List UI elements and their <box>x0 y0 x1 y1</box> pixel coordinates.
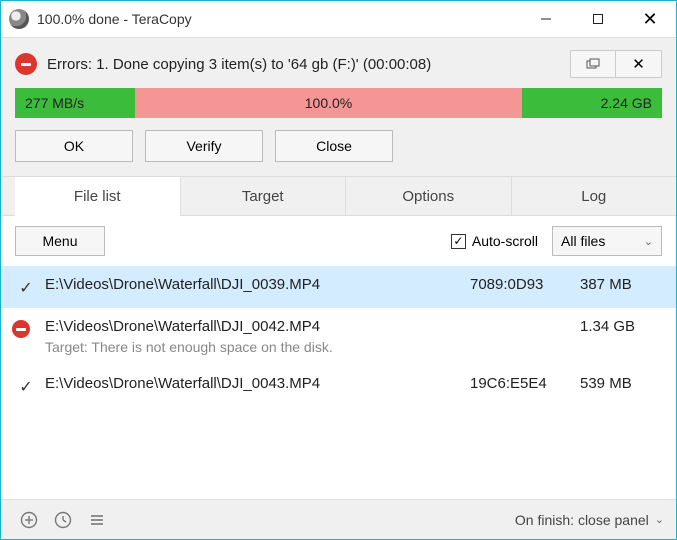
filter-label: All files <box>561 233 605 249</box>
tab-log[interactable]: Log <box>512 177 677 216</box>
file-row[interactable]: E:\Videos\Drone\Waterfall\DJI_0043.MP4 1… <box>1 365 676 407</box>
add-button[interactable] <box>13 505 45 535</box>
titlebar: 100.0% done - TeraCopy ✕ <box>1 1 676 37</box>
file-list: E:\Videos\Drone\Waterfall\DJI_0039.MP4 7… <box>1 266 676 499</box>
tab-spacer <box>1 177 15 216</box>
restore-panel-button[interactable] <box>570 50 616 78</box>
error-icon <box>15 53 37 75</box>
file-row[interactable]: E:\Videos\Drone\Waterfall\DJI_0039.MP4 7… <box>1 266 676 308</box>
file-hash: 7089:0D93 <box>462 276 572 293</box>
list-button[interactable] <box>81 505 113 535</box>
history-button[interactable] <box>47 505 79 535</box>
tab-options[interactable]: Options <box>346 177 512 216</box>
on-finish-select[interactable]: On finish: close panel ⌄ <box>515 512 664 528</box>
status-row: Errors: 1. Done copying 3 item(s) to '64… <box>15 50 662 78</box>
close-panel-button[interactable]: ✕ <box>616 50 662 78</box>
maximize-button[interactable] <box>572 1 624 37</box>
progress-percent: 100.0% <box>135 88 522 118</box>
on-finish-label: On finish: close panel <box>515 512 649 528</box>
tab-bar: File list Target Options Log <box>1 176 676 216</box>
file-path: E:\Videos\Drone\Waterfall\DJI_0039.MP4 <box>45 276 462 293</box>
file-hash: 19C6:E5E4 <box>462 375 572 392</box>
error-icon <box>15 318 37 338</box>
check-icon <box>15 375 37 397</box>
action-buttons: OK Verify Close <box>15 130 662 162</box>
tab-target[interactable]: Target <box>181 177 347 216</box>
checkbox-icon <box>451 234 466 249</box>
file-row[interactable]: E:\Videos\Drone\Waterfall\DJI_0042.MP4 T… <box>1 308 676 365</box>
close-icon: ✕ <box>642 9 657 30</box>
chevron-down-icon: ⌄ <box>655 513 664 526</box>
filelist-toolbar: Menu Auto-scroll All files ⌄ <box>1 216 676 266</box>
autoscroll-label: Auto-scroll <box>472 233 538 249</box>
tab-filelist[interactable]: File list <box>15 177 181 217</box>
progress-bar: 277 MB/s 100.0% 2.24 GB <box>15 88 662 118</box>
progress-speed: 277 MB/s <box>15 88 135 118</box>
progress-total: 2.24 GB <box>522 88 662 118</box>
check-icon <box>15 276 37 298</box>
app-icon <box>9 9 29 29</box>
chevron-down-icon: ⌄ <box>644 235 653 248</box>
file-path: E:\Videos\Drone\Waterfall\DJI_0043.MP4 <box>45 375 462 392</box>
status-message: Errors: 1. Done copying 3 item(s) to '64… <box>47 56 570 73</box>
menu-button[interactable]: Menu <box>15 226 105 256</box>
file-size: 539 MB <box>572 375 662 392</box>
autoscroll-checkbox[interactable]: Auto-scroll <box>451 233 538 249</box>
close-button[interactable]: Close <box>275 130 393 162</box>
verify-button[interactable]: Verify <box>145 130 263 162</box>
window-title: 100.0% done - TeraCopy <box>37 11 520 27</box>
minimize-button[interactable] <box>520 1 572 37</box>
status-panel: Errors: 1. Done copying 3 item(s) to '64… <box>1 37 676 176</box>
ok-button[interactable]: OK <box>15 130 133 162</box>
file-size: 1.34 GB <box>572 318 662 335</box>
file-path: E:\Videos\Drone\Waterfall\DJI_0042.MP4 <box>45 318 462 335</box>
file-size: 387 MB <box>572 276 662 293</box>
close-window-button[interactable]: ✕ <box>624 1 676 37</box>
filter-select[interactable]: All files ⌄ <box>552 226 662 256</box>
file-error-message: Target: There is not enough space on the… <box>45 339 462 355</box>
app-window: 100.0% done - TeraCopy ✕ Errors: 1. Done… <box>0 0 677 540</box>
window-controls: ✕ <box>520 1 676 37</box>
footer-bar: On finish: close panel ⌄ <box>1 499 676 539</box>
